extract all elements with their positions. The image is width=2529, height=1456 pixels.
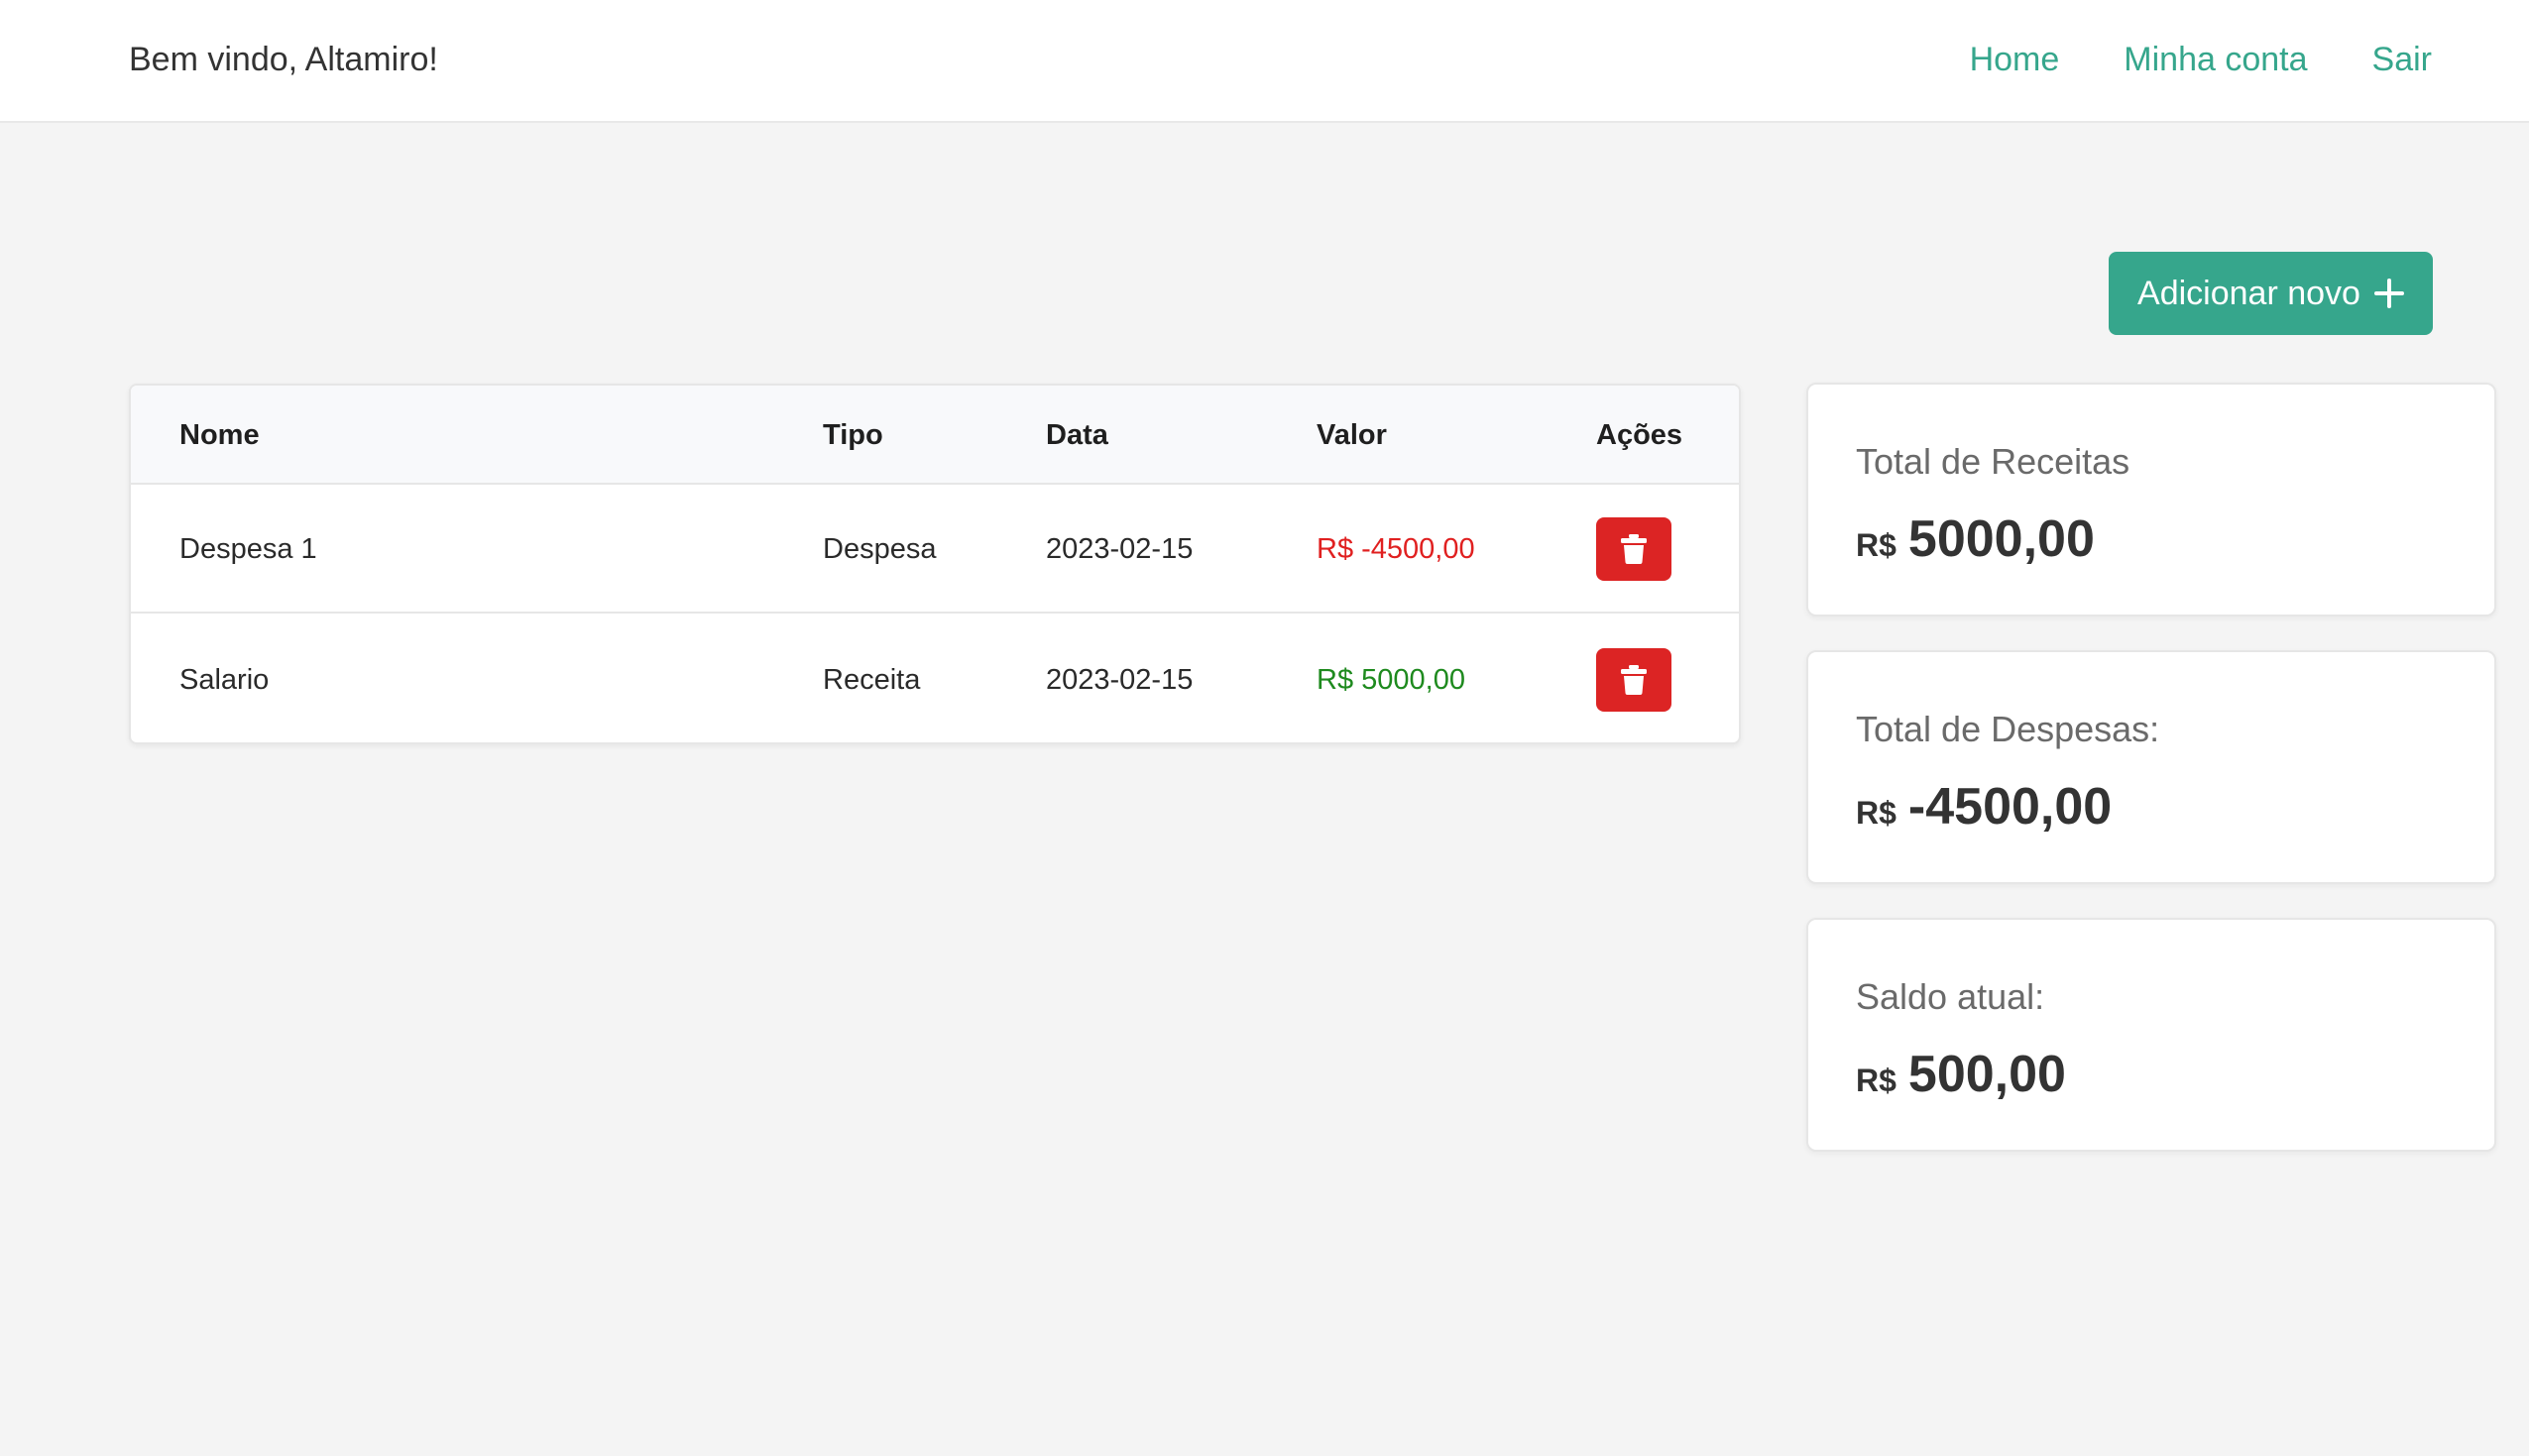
column-header-valor: Valor — [1317, 419, 1387, 451]
column-header-tipo: Tipo — [823, 419, 883, 451]
summary-amount: -4500,00 — [1907, 778, 2113, 836]
main-nav: Home Minha conta Sair — [1970, 38, 2432, 81]
column-header-data: Data — [1046, 419, 1108, 451]
summary-value: R$ -4500,00 — [1856, 775, 2112, 851]
table-row: Despesa 1 Despesa 2023-02-15 R$ -4500,00 — [131, 485, 1739, 614]
currency-symbol: R$ — [1856, 527, 1897, 563]
cell-tipo: Receita — [823, 664, 921, 696]
summary-label: Total de Receitas — [1856, 441, 2130, 482]
top-navbar: Bem vindo, Altamiro! Home Minha conta Sa… — [0, 0, 2529, 123]
nav-link-sair[interactable]: Sair — [2372, 38, 2432, 81]
trash-icon — [1621, 534, 1647, 564]
welcome-message: Bem vindo, Altamiro! — [129, 41, 438, 78]
transactions-table: Nome Tipo Data Valor Ações Despesa 1 Des… — [129, 384, 1741, 744]
table-header: Nome Tipo Data Valor Ações — [131, 386, 1739, 485]
cell-data: 2023-02-15 — [1046, 533, 1194, 565]
summary-amount: 500,00 — [1907, 1046, 2066, 1103]
summary-label: Saldo atual: — [1856, 976, 2045, 1017]
cell-tipo: Despesa — [823, 533, 937, 565]
saldo-atual-card: Saldo atual: R$ 500,00 — [1806, 918, 2496, 1152]
add-new-button[interactable]: Adicionar novo — [2109, 252, 2433, 335]
cell-data: 2023-02-15 — [1046, 664, 1194, 696]
nav-link-minha-conta[interactable]: Minha conta — [2124, 38, 2307, 81]
summary-value: R$ 5000,00 — [1856, 507, 2095, 584]
trash-icon — [1621, 665, 1647, 695]
column-header-acoes: Ações — [1596, 419, 1683, 451]
plus-icon — [2373, 279, 2404, 308]
summary-label: Total de Despesas: — [1856, 709, 2160, 749]
currency-symbol: R$ — [1856, 1063, 1897, 1098]
summary-value: R$ 500,00 — [1856, 1043, 2066, 1119]
cell-valor: R$ 5000,00 — [1317, 664, 1465, 696]
cell-nome: Despesa 1 — [179, 533, 317, 565]
summary-amount: 5000,00 — [1907, 510, 2095, 568]
column-header-nome: Nome — [179, 419, 260, 451]
add-new-label: Adicionar novo — [2137, 274, 2360, 312]
delete-button[interactable] — [1596, 517, 1671, 581]
table-row: Salario Receita 2023-02-15 R$ 5000,00 — [131, 616, 1739, 742]
total-receitas-card: Total de Receitas R$ 5000,00 — [1806, 383, 2496, 616]
cell-valor: R$ -4500,00 — [1317, 533, 1475, 565]
currency-symbol: R$ — [1856, 795, 1897, 831]
nav-link-home[interactable]: Home — [1970, 38, 2060, 81]
cell-nome: Salario — [179, 664, 270, 696]
delete-button[interactable] — [1596, 648, 1671, 712]
total-despesas-card: Total de Despesas: R$ -4500,00 — [1806, 650, 2496, 884]
